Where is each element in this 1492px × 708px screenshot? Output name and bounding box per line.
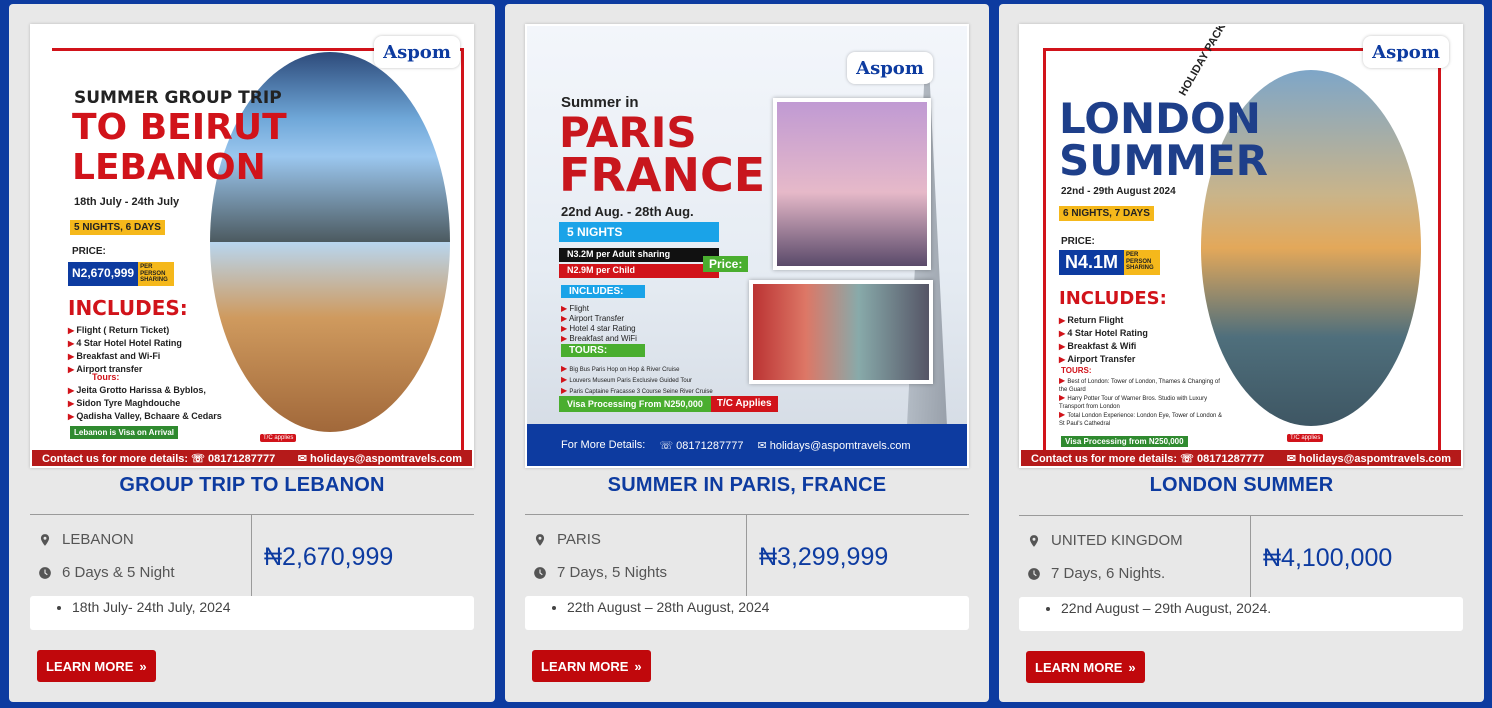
- poster-tours-list: Big Bus Paris Hop on Hop & River Cruise …: [561, 364, 712, 397]
- duration-row: 7 Days, 6 Nights.: [1027, 565, 1165, 582]
- poster-image-paris[interactable]: Aspom Summer in PARIS FRANCE 22nd Aug. -…: [525, 24, 969, 468]
- poster-includes-heading: INCLUDES:: [561, 285, 645, 298]
- poster-price: N2,670,999: [68, 262, 139, 286]
- learn-more-button[interactable]: LEARN MORE »: [37, 650, 156, 682]
- aspom-logo: Aspom: [374, 36, 460, 68]
- poster-visa-badge: Lebanon is Visa on Arrival: [70, 426, 179, 439]
- poster-tours-label: TOURS:: [1061, 366, 1092, 375]
- poster-headline-2: SUMMER: [1059, 136, 1268, 185]
- location-text: LEBANON: [62, 531, 134, 548]
- tour-title[interactable]: GROUP TRIP TO LEBANON: [9, 474, 495, 497]
- poster-dates: 18th July - 24th July: [74, 196, 180, 208]
- poster-contact-bar: For More Details: ☏ 08171287777 ✉ holida…: [527, 424, 967, 466]
- poster-nights-badge: 6 NIGHTS, 7 DAYS: [1059, 206, 1154, 221]
- location-text: UNITED KINGDOM: [1051, 532, 1183, 549]
- learn-more-button[interactable]: LEARN MORE »: [1026, 651, 1145, 683]
- location-row: LEBANON: [38, 531, 134, 548]
- paris-street-photo: [749, 280, 933, 384]
- poster-price: N4.1M: [1059, 250, 1125, 275]
- tour-title[interactable]: SUMMER IN PARIS, FRANCE: [505, 474, 989, 497]
- poster-includes-list: Flight ( Return Ticket) 4 Star Hotel Hot…: [68, 324, 182, 376]
- poster-dates: 22nd Aug. - 28th Aug.: [561, 204, 694, 219]
- location-row: PARIS: [533, 531, 601, 548]
- tour-info-left: LEBANON 6 Days & 5 Night: [30, 515, 252, 597]
- learn-more-button[interactable]: LEARN MORE »: [532, 650, 651, 682]
- poster-visa-row: Visa Processing From N250,000 T/C Applie…: [559, 396, 778, 412]
- tour-info-left: PARIS 7 Days, 5 Nights: [525, 515, 747, 597]
- poster-includes-heading: INCLUDES:: [68, 296, 188, 320]
- tour-info: UNITED KINGDOM 7 Days, 6 Nights. ₦4,100,…: [1019, 515, 1463, 598]
- tour-card-london: Aspom LONDON SUMMER HOLIDAY PACKAGE 22nd…: [999, 4, 1484, 702]
- duration-row: 6 Days & 5 Night: [38, 564, 175, 581]
- poster-includes-list: Flight Airport Transfer Hotel 4 star Rat…: [561, 304, 637, 344]
- tour-info-left: UNITED KINGDOM 7 Days, 6 Nights.: [1019, 516, 1251, 598]
- duration-text: 7 Days, 6 Nights.: [1051, 565, 1166, 582]
- poster-nights-badge: 5 NIGHTS, 6 DAYS: [70, 220, 165, 235]
- poster-price-label: Price:: [703, 256, 749, 272]
- poster-tc-badge: T/C Applies: [710, 396, 778, 412]
- poster-nights-badge: 5 NIGHTS: [559, 222, 719, 242]
- tour-date-item: 22th August – 28th August, 2024: [567, 599, 769, 615]
- tour-dates: 22nd August – 29th August, 2024.: [1019, 597, 1463, 631]
- tour-dates: 18th July- 24th July, 2024: [30, 596, 474, 630]
- poster-headline-2: TO BEIRUT: [72, 107, 287, 148]
- poster-per-person: PER PERSON SHARING: [1124, 250, 1161, 275]
- poster-image-lebanon[interactable]: Aspom SUMMER GROUP TRIP TO BEIRUT LEBANO…: [30, 24, 474, 468]
- poster-tours-list: Best of London: Tower of London, Thames …: [1059, 377, 1229, 428]
- eiffel-tower-photo: [773, 98, 931, 270]
- tour-info: PARIS 7 Days, 5 Nights ₦3,299,999: [525, 514, 969, 597]
- poster-headline-1: SUMMER GROUP TRIP: [74, 88, 282, 108]
- tour-info: LEBANON 6 Days & 5 Night ₦2,670,999: [30, 514, 474, 597]
- duration-text: 7 Days, 5 Nights: [557, 564, 668, 581]
- tour-price: ₦3,299,999: [759, 543, 889, 571]
- poster-tc-badge: T/C applies: [1287, 434, 1324, 442]
- double-chevron-right-icon: »: [1128, 659, 1136, 675]
- poster-headline-3: LEBANON: [72, 147, 266, 188]
- location-row: UNITED KINGDOM: [1027, 532, 1183, 549]
- tour-title[interactable]: LONDON SUMMER: [999, 474, 1484, 497]
- poster-tc-badge: T/C applies: [260, 434, 297, 442]
- poster-price-label: PRICE:: [1061, 236, 1095, 247]
- clock-icon: [39, 566, 51, 579]
- poster-price-label: PRICE:: [72, 246, 106, 257]
- map-marker-icon: [535, 533, 545, 546]
- poster-tours-label: Tours:: [92, 372, 120, 382]
- poster-image-london[interactable]: Aspom LONDON SUMMER HOLIDAY PACKAGE 22nd…: [1019, 24, 1463, 468]
- poster-price-box: N4.1M PER PERSON SHARING: [1059, 250, 1161, 275]
- poster-dates: 22nd - 29th August 2024: [1061, 186, 1176, 197]
- tour-price: ₦4,100,000: [1263, 544, 1393, 572]
- double-chevron-right-icon: »: [634, 658, 642, 674]
- poster-contact-bar: Contact us for more details: ☏ 081712877…: [1021, 450, 1461, 466]
- poster-tours-list: Jeita Grotto Harissa & Byblos, Sidon Tyr…: [68, 384, 221, 423]
- aspom-logo: Aspom: [1363, 36, 1449, 68]
- tour-card-lebanon: Aspom SUMMER GROUP TRIP TO BEIRUT LEBANO…: [9, 4, 495, 702]
- poster-price-box: N2,670,999 PER PERSON SHARING: [68, 262, 175, 286]
- tour-card-paris: Aspom Summer in PARIS FRANCE 22nd Aug. -…: [505, 4, 989, 702]
- location-text: PARIS: [557, 531, 601, 548]
- tour-date-item: 18th July- 24th July, 2024: [72, 599, 231, 615]
- aspom-logo: Aspom: [847, 52, 933, 84]
- duration-row: 7 Days, 5 Nights: [533, 564, 667, 581]
- map-marker-icon: [40, 533, 50, 546]
- poster-headline-1: LONDON: [1059, 94, 1261, 143]
- tour-date-item: 22nd August – 29th August, 2024.: [1061, 600, 1271, 616]
- clock-icon: [534, 566, 546, 579]
- map-marker-icon: [1029, 534, 1039, 547]
- poster-includes-heading: INCLUDES:: [1059, 288, 1167, 309]
- duration-text: 6 Days & 5 Night: [62, 564, 175, 581]
- poster-child-price: N2.9M per Child: [559, 264, 719, 278]
- poster-visa-badge: Visa Processing from N250,000: [1061, 436, 1188, 447]
- poster-tours-label: TOURS:: [561, 344, 645, 357]
- poster-per-person: PER PERSON SHARING: [138, 262, 175, 286]
- double-chevron-right-icon: »: [139, 658, 147, 674]
- poster-contact-bar: Contact us for more details: ☏ 081712877…: [32, 450, 472, 466]
- poster-headline-3: FRANCE: [559, 148, 766, 202]
- poster-visa-badge: Visa Processing From N250,000: [559, 396, 711, 412]
- tour-price: ₦2,670,999: [264, 543, 394, 571]
- tour-dates: 22th August – 28th August, 2024: [525, 596, 969, 630]
- clock-icon: [1028, 567, 1040, 580]
- poster-adult-price: N3.2M per Adult sharing: [559, 248, 719, 262]
- poster-includes-list: Return Flight 4 Star Hotel Rating Breakf…: [1059, 314, 1148, 366]
